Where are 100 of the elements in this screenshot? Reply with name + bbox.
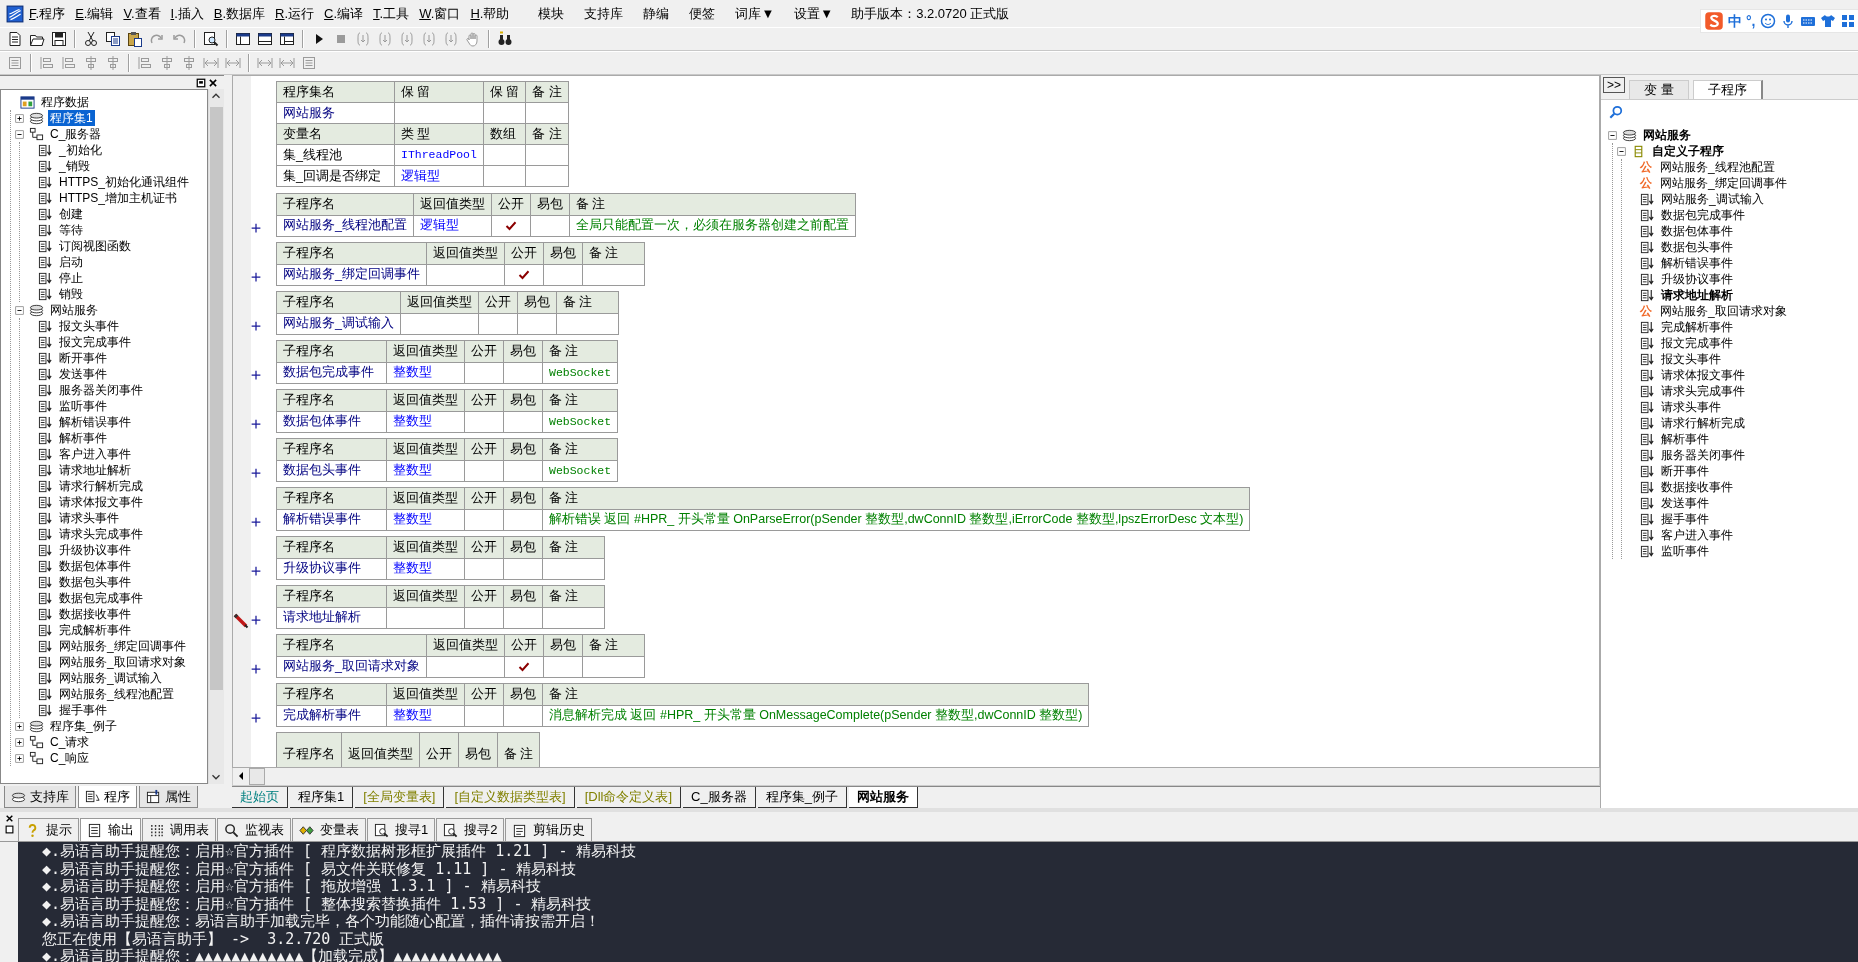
tree-item[interactable]: 发送事件 bbox=[1659, 495, 1711, 511]
tree-item[interactable]: HTTPS_增加主机证书 bbox=[57, 190, 179, 206]
tree-item[interactable]: 停止 bbox=[57, 270, 85, 286]
tree-item[interactable]: 等待 bbox=[57, 222, 85, 238]
tree-item[interactable]: 数据接收事件 bbox=[57, 606, 133, 622]
menu-item[interactable]: W.窗口 bbox=[414, 3, 466, 24]
tree-item[interactable]: 报文头事件 bbox=[1659, 351, 1723, 367]
punctuation-toggle[interactable]: °, bbox=[1746, 12, 1756, 30]
tree-item[interactable]: 请求头事件 bbox=[57, 510, 121, 526]
tree-item[interactable]: 请求头完成事件 bbox=[57, 526, 145, 542]
editor-tab[interactable]: [全局变量表] bbox=[355, 787, 445, 808]
tree-item[interactable]: 程序集1 bbox=[48, 110, 95, 126]
tree-item[interactable]: 自定义子程序 bbox=[1650, 143, 1726, 159]
menu-item[interactable]: I.插入 bbox=[165, 3, 209, 24]
tree-item[interactable]: 数据包头事件 bbox=[1659, 239, 1735, 255]
tree-item[interactable]: 报文完成事件 bbox=[57, 334, 133, 350]
panel-tab[interactable]: 剪辑历史 bbox=[505, 818, 593, 841]
tree-item[interactable]: 断开事件 bbox=[57, 350, 109, 366]
menu-item[interactable]: 词库▼ bbox=[725, 3, 785, 24]
tree-item[interactable]: 请求头完成事件 bbox=[1659, 383, 1747, 399]
tree-item[interactable]: 网站服务_调试输入 bbox=[1659, 191, 1766, 207]
tree-item[interactable]: 数据包体事件 bbox=[57, 558, 133, 574]
tree-item[interactable]: 请求行解析完成 bbox=[1659, 415, 1747, 431]
panel-tab[interactable]: 提示 bbox=[18, 818, 79, 841]
tree-item[interactable]: C_服务器 bbox=[48, 126, 104, 142]
panel-tab[interactable]: 变 量 bbox=[1629, 80, 1689, 99]
tree-item[interactable]: 订阅视图函数 bbox=[57, 238, 133, 254]
tree-item[interactable]: HTTPS_初始化通讯组件 bbox=[57, 174, 191, 190]
tree-item[interactable]: 销毁 bbox=[57, 286, 85, 302]
tree-item[interactable]: 网站服务 bbox=[48, 302, 100, 318]
panel-tab[interactable]: 变量表 bbox=[292, 818, 366, 841]
tree-item[interactable]: 数据包完成事件 bbox=[1659, 207, 1747, 223]
tree-item[interactable]: C_请求 bbox=[48, 734, 92, 750]
editor-tab[interactable]: C_服务器 bbox=[683, 787, 756, 808]
tree-item[interactable]: 服务器关闭事件 bbox=[1659, 447, 1747, 463]
tree-item[interactable]: 发送事件 bbox=[57, 366, 109, 382]
tree-item[interactable]: 网站服务_调试输入 bbox=[57, 670, 164, 686]
panel-tab[interactable]: 监视表 bbox=[217, 818, 291, 841]
menu-item[interactable]: V.查看 bbox=[118, 3, 166, 24]
input-mode-toggle[interactable]: 中 bbox=[1728, 12, 1742, 30]
menu-item[interactable]: B.数据库 bbox=[208, 3, 271, 24]
tree-item[interactable]: 监听事件 bbox=[57, 398, 109, 414]
panel-tab[interactable]: 程序 bbox=[78, 786, 137, 808]
tree-item[interactable]: 报文头事件 bbox=[57, 318, 121, 334]
panel-tab[interactable]: 子程序 bbox=[1692, 80, 1763, 99]
editor-tab[interactable]: 程序集1 bbox=[290, 787, 354, 808]
editor-tab[interactable]: 程序集_例子 bbox=[757, 787, 847, 808]
tree-item[interactable]: 创建 bbox=[57, 206, 85, 222]
tree-item[interactable]: 服务器关闭事件 bbox=[57, 382, 145, 398]
tree-item[interactable]: 客户进入事件 bbox=[1659, 527, 1735, 543]
tree-item[interactable]: 数据包头事件 bbox=[57, 574, 133, 590]
tree-item[interactable]: 请求体报文事件 bbox=[1659, 367, 1747, 383]
tree-item[interactable]: 网站服务_取回请求对象 bbox=[1658, 303, 1789, 319]
menu-item[interactable]: 便签 bbox=[679, 3, 726, 24]
tree-item[interactable]: 请求头事件 bbox=[1659, 399, 1723, 415]
collapse-button[interactable]: >> bbox=[1603, 77, 1625, 94]
panel-tab[interactable]: 搜寻1 bbox=[367, 818, 436, 841]
tree-item[interactable]: 解析事件 bbox=[1659, 431, 1711, 447]
menu-item[interactable]: R.运行 bbox=[270, 3, 320, 24]
menu-item[interactable]: H.帮助 bbox=[465, 3, 515, 24]
tree-item[interactable]: 数据包完成事件 bbox=[57, 590, 145, 606]
tree-item[interactable]: 升级协议事件 bbox=[1659, 271, 1735, 287]
tree-item[interactable]: 网站服务_线程池配置 bbox=[1658, 159, 1777, 175]
tree-item[interactable]: 网站服务_绑定回调事件 bbox=[57, 638, 188, 654]
menu-item[interactable]: C.编译 bbox=[319, 3, 369, 24]
tree-item[interactable]: 程序集_例子 bbox=[48, 718, 119, 734]
panel-tab[interactable]: 属性 bbox=[139, 786, 198, 808]
menu-item[interactable]: 设置▼ bbox=[784, 3, 844, 24]
tree-item[interactable]: 网站服务_绑定回调事件 bbox=[1658, 175, 1789, 191]
tree-item[interactable]: 解析错误事件 bbox=[57, 414, 133, 430]
tree-item[interactable]: 客户进入事件 bbox=[57, 446, 133, 462]
tree-item[interactable]: 报文完成事件 bbox=[1659, 335, 1735, 351]
editor-tab[interactable]: 起始页 bbox=[232, 787, 288, 808]
panel-tab[interactable]: 支持库 bbox=[4, 786, 76, 808]
editor-tab[interactable]: [Dll命令定义表] bbox=[576, 787, 682, 808]
tree-item[interactable]: 请求地址解析 bbox=[1659, 287, 1735, 303]
tree-item[interactable]: 断开事件 bbox=[1659, 463, 1711, 479]
tree-item[interactable]: _初始化 bbox=[57, 142, 104, 158]
panel-tab[interactable]: 调用表 bbox=[142, 818, 216, 841]
tree-item[interactable]: 解析错误事件 bbox=[1659, 255, 1735, 271]
tree-item[interactable]: 程序数据 bbox=[39, 94, 91, 110]
editor-tab[interactable]: [自定义数据类型表] bbox=[446, 787, 575, 808]
menu-item[interactable]: 静编 bbox=[633, 3, 680, 24]
menu-item[interactable]: F.程序 bbox=[24, 3, 71, 24]
tree-item[interactable]: _销毁 bbox=[57, 158, 92, 174]
tree-item[interactable]: 请求地址解析 bbox=[57, 462, 133, 478]
tree-item[interactable]: 请求体报文事件 bbox=[57, 494, 145, 510]
menu-item[interactable]: E.编辑 bbox=[70, 3, 119, 24]
tree-item[interactable]: 完成解析事件 bbox=[1659, 319, 1735, 335]
tree-item[interactable]: 握手事件 bbox=[1659, 511, 1711, 527]
tree-item[interactable]: 完成解析事件 bbox=[57, 622, 133, 638]
tree-item[interactable]: 请求行解析完成 bbox=[57, 478, 145, 494]
tree-item[interactable]: 网站服务_取回请求对象 bbox=[57, 654, 188, 670]
tree-item[interactable]: 监听事件 bbox=[1659, 543, 1711, 559]
tree-item[interactable]: 数据包体事件 bbox=[1659, 223, 1735, 239]
tree-item[interactable]: C_响应 bbox=[48, 750, 92, 766]
menu-item[interactable]: T.工具 bbox=[368, 3, 415, 24]
tree-item[interactable]: 数据接收事件 bbox=[1659, 479, 1735, 495]
tree-item[interactable]: 升级协议事件 bbox=[57, 542, 133, 558]
editor-tab[interactable]: 网站服务 bbox=[848, 787, 918, 808]
